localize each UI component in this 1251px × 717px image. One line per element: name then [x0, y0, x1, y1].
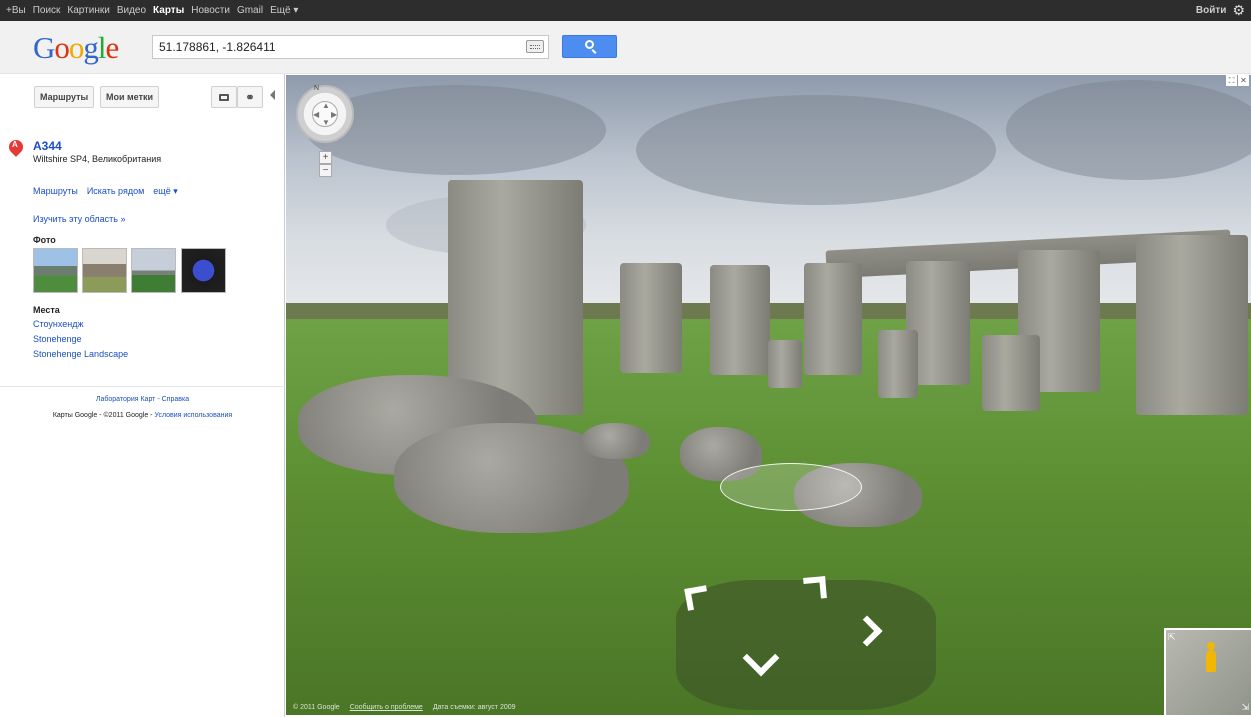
standing-stone — [1136, 235, 1248, 415]
print-button[interactable] — [211, 86, 237, 108]
standing-stone — [878, 330, 918, 398]
expand-icon[interactable]: ⇱ — [1168, 632, 1176, 643]
action-routes-link[interactable]: Маршруты — [33, 186, 78, 197]
compass-control[interactable]: N ▲ ▼ ◀ ▶ — [296, 85, 354, 143]
result-title[interactable]: A344 — [33, 139, 62, 153]
photo-thumbnail[interactable] — [181, 248, 226, 293]
gbar-link-news[interactable]: Новости — [191, 5, 230, 16]
google-bar: +Вы Поиск Картинки Видео Карты Новости G… — [0, 0, 1251, 21]
standing-stone — [710, 265, 770, 375]
overview-minimap[interactable]: ⇱ ⇲ — [1164, 628, 1251, 715]
zoom-in-button[interactable]: + — [319, 151, 332, 164]
divider — [0, 386, 285, 387]
pan-control[interactable]: ▲ ▼ ◀ ▶ — [312, 101, 338, 127]
street-view-panorama[interactable]: N ▲ ▼ ◀ ▶ + − ⛶ ✕ © 2011 Google Сообщить… — [286, 75, 1251, 715]
panel-footer-links: Лаборатория Карт - Справка — [95, 396, 190, 403]
nav-arrow-forward-icon[interactable] — [803, 576, 827, 600]
link-icon: ⚭ — [245, 91, 255, 104]
compass-north-label: N — [314, 85, 320, 92]
places-heading: Места — [33, 305, 60, 315]
close-icon[interactable]: ✕ — [1238, 75, 1249, 86]
fullscreen-icon[interactable]: ⛶ — [1226, 75, 1237, 86]
cloud — [636, 95, 996, 205]
link-button[interactable]: ⚭ — [237, 86, 263, 108]
report-problem-link[interactable]: Сообщить о проблеме — [350, 704, 423, 711]
pan-left-icon[interactable]: ◀ — [313, 110, 319, 119]
keyboard-icon[interactable] — [526, 40, 544, 53]
signin-link[interactable]: Войти — [1196, 5, 1227, 16]
standing-stone — [620, 263, 682, 373]
photo-thumbnail[interactable] — [82, 248, 127, 293]
my-places-button[interactable]: Мои метки — [100, 86, 160, 108]
routes-button[interactable]: Маршруты — [34, 86, 95, 108]
result-actions: Маршруты Искать рядом ещё ▾ — [33, 186, 187, 197]
gbar-link-search[interactable]: Поиск — [33, 5, 61, 16]
gbar-link-you[interactable]: +Вы — [6, 5, 26, 16]
place-link-stonehenge[interactable]: Stonehenge — [33, 334, 82, 344]
place-link-stonehenge-landscape[interactable]: Stonehenge Landscape — [33, 349, 128, 359]
nav-arrow-left-icon[interactable] — [684, 585, 710, 611]
gbar-links: +Вы Поиск Картинки Видео Карты Новости G… — [6, 0, 305, 21]
search-input[interactable] — [153, 36, 513, 58]
gbar-link-gmail[interactable]: Gmail — [237, 5, 263, 16]
collapse-panel-icon[interactable] — [270, 90, 275, 100]
standing-stone — [768, 340, 802, 388]
street-view-cursor-disk[interactable] — [720, 463, 862, 511]
gbar-link-images[interactable]: Картинки — [67, 5, 109, 16]
zoom-out-button[interactable]: − — [319, 164, 332, 177]
marker-letter: A — [12, 140, 18, 149]
capture-date: Дата съемки: август 2009 — [432, 704, 516, 711]
gbar-right: Войти ⚙ — [1196, 0, 1245, 21]
photo-thumbnail[interactable] — [33, 248, 78, 293]
terms-link[interactable]: Условия использования — [154, 412, 232, 419]
pan-right-icon[interactable]: ▶ — [331, 110, 337, 119]
left-panel: Маршруты Мои метки ⚭ A A344 Wiltshire SP… — [0, 74, 285, 717]
google-logo[interactable]: Google — [33, 30, 119, 66]
search-box — [152, 35, 549, 59]
street-view-footer: © 2011 Google Сообщить о проблеме Дата с… — [293, 704, 526, 711]
photo-thumbnail[interactable] — [131, 248, 176, 293]
cloud — [306, 85, 606, 175]
standing-stone — [982, 335, 1040, 411]
printer-icon — [219, 93, 229, 101]
gear-icon[interactable]: ⚙ — [1232, 2, 1245, 19]
gbar-link-maps[interactable]: Карты — [153, 5, 184, 16]
panel-footer-copyright: Карты Google - ©2011 Google - Условия ис… — [0, 412, 285, 419]
maps-lab-link[interactable]: Лаборатория Карт — [96, 396, 156, 403]
pan-down-icon[interactable]: ▼ — [322, 118, 330, 127]
action-search-nearby-link[interactable]: Искать рядом — [87, 186, 144, 197]
result-address: Wiltshire SP4, Великобритания — [33, 154, 162, 164]
photos-heading: Фото — [33, 235, 56, 245]
explore-area-link[interactable]: Изучить эту область » — [33, 214, 125, 224]
place-link-stonehenge-ru[interactable]: Стоунхендж — [33, 319, 84, 329]
gbar-link-video[interactable]: Видео — [117, 5, 146, 16]
help-link[interactable]: Справка — [162, 396, 189, 403]
street-view-tools: ⛶ ✕ — [1225, 75, 1249, 86]
action-more-link[interactable]: ещё ▾ — [153, 186, 177, 197]
header: Google — [0, 21, 1251, 74]
cloud — [1006, 80, 1251, 180]
search-icon — [585, 40, 594, 49]
pegman-icon[interactable] — [1206, 642, 1216, 672]
collapse-icon[interactable]: ⇲ — [1241, 702, 1249, 713]
search-button[interactable] — [562, 35, 617, 58]
sv-copyright: © 2011 Google — [293, 704, 340, 711]
standing-stone — [804, 263, 862, 375]
gbar-link-more[interactable]: Ещё ▾ — [270, 5, 298, 16]
pan-up-icon[interactable]: ▲ — [322, 101, 330, 110]
copyright-text: Карты Google - ©2011 Google - — [52, 412, 155, 419]
fallen-stone — [582, 423, 650, 459]
